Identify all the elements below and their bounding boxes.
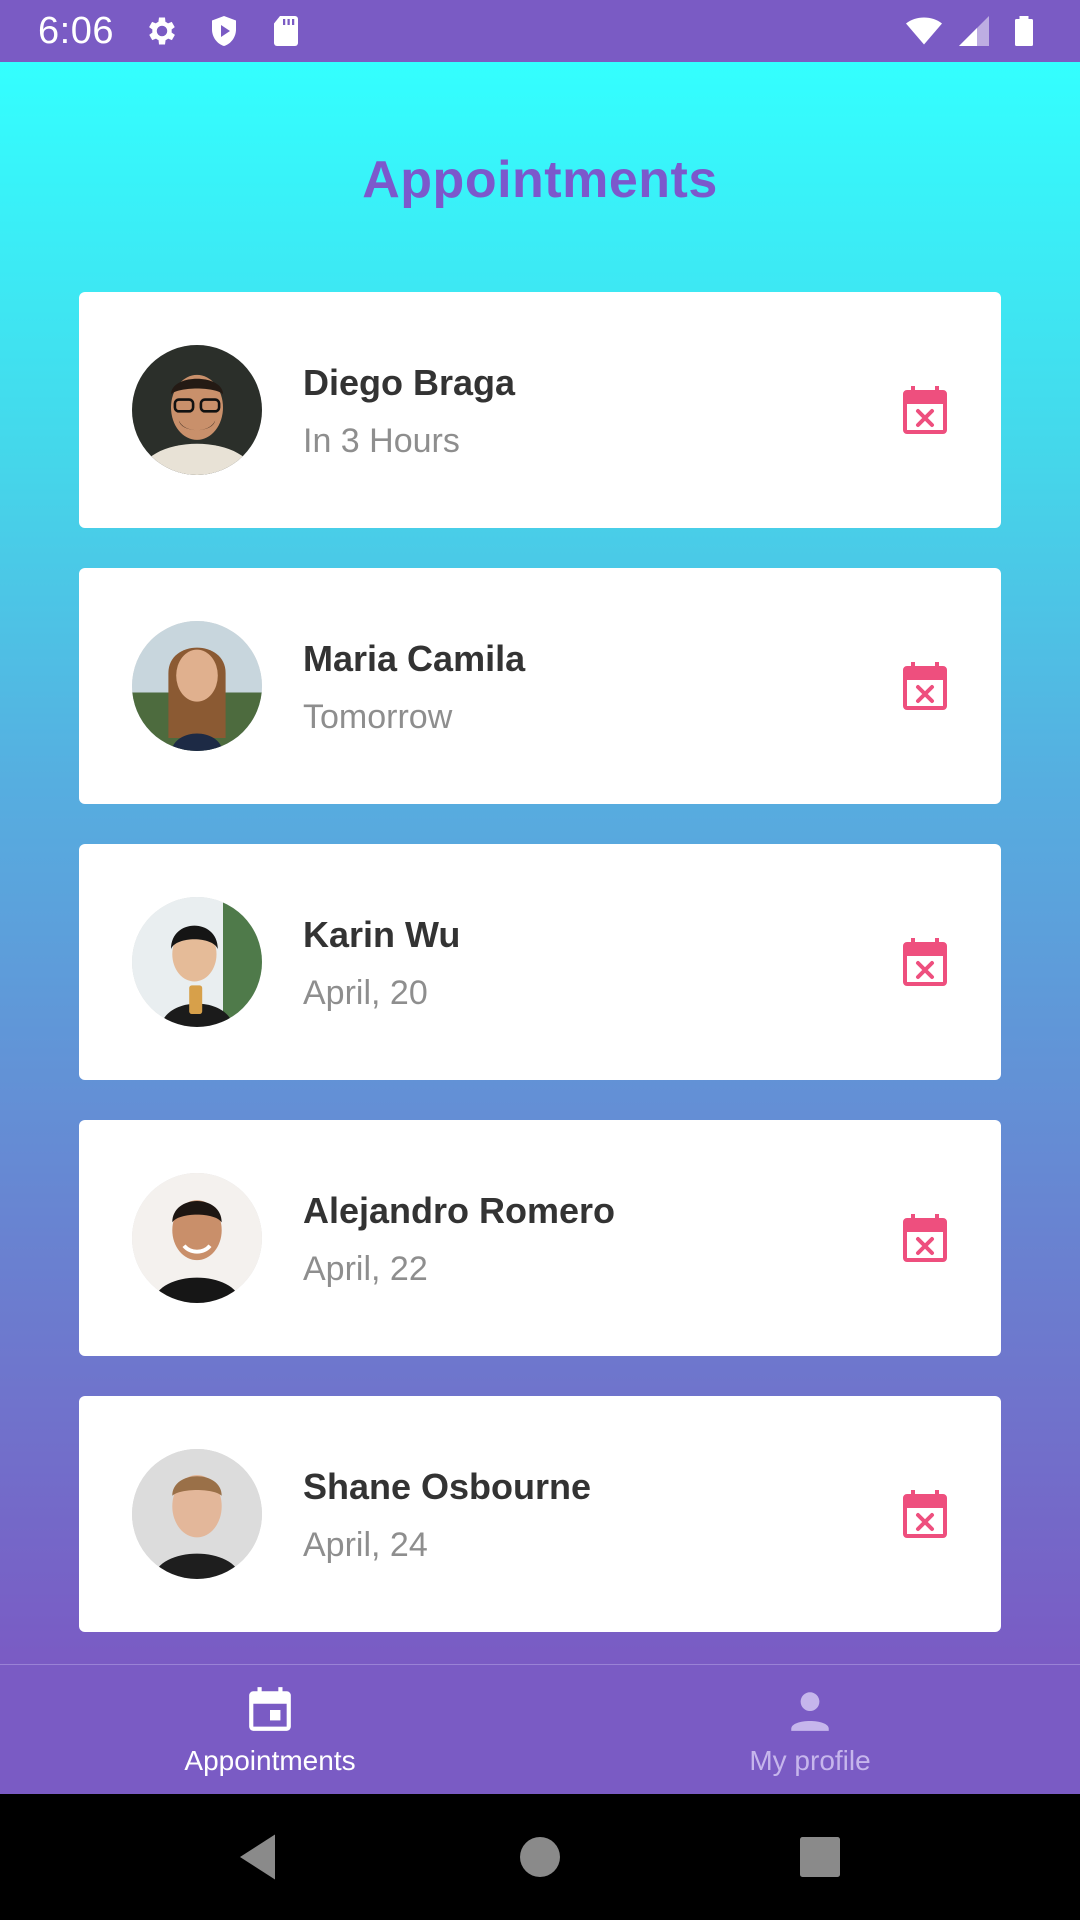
- recents-button[interactable]: [790, 1827, 850, 1887]
- avatar: [132, 621, 262, 751]
- appointment-time: April, 20: [303, 974, 428, 1012]
- nav-label: Appointments: [184, 1745, 356, 1776]
- patient-name: Maria Camila: [303, 638, 526, 679]
- home-icon: [520, 1837, 560, 1877]
- appointment-card[interactable]: Karin Wu April, 20: [79, 844, 1001, 1080]
- avatar: [132, 1173, 262, 1303]
- nav-tab-appointments[interactable]: Appointments: [0, 1665, 540, 1794]
- calendar-icon: [245, 1685, 295, 1735]
- avatar: [132, 897, 262, 1027]
- appointments-screen: Appointments Diego Braga In 3 Hours Mari…: [0, 62, 1080, 1664]
- patient-name: Alejandro Romero: [303, 1190, 616, 1231]
- wifi-icon: [906, 13, 942, 49]
- appointment-card[interactable]: Alejandro Romero April, 22: [79, 1120, 1001, 1356]
- calendar-cancel-icon: [903, 662, 947, 710]
- appointment-card[interactable]: Shane Osbourne April, 24: [79, 1396, 1001, 1632]
- cancel-appointment-button[interactable]: [895, 1208, 955, 1268]
- appointment-time: Tomorrow: [303, 698, 453, 736]
- cancel-appointment-button[interactable]: [895, 1484, 955, 1544]
- page-title: Appointments: [362, 151, 718, 209]
- cancel-appointment-button[interactable]: [895, 380, 955, 440]
- bottom-navigation: Appointments My profile: [0, 1664, 1080, 1794]
- signal-icon: [956, 13, 992, 49]
- home-button[interactable]: [510, 1827, 570, 1887]
- avatar: [132, 1449, 262, 1579]
- avatar: [132, 345, 262, 475]
- appointment-card[interactable]: Diego Braga In 3 Hours: [79, 292, 1001, 528]
- back-button[interactable]: [230, 1827, 290, 1887]
- system-navigation-bar: [0, 1794, 1080, 1920]
- calendar-cancel-icon: [903, 386, 947, 434]
- patient-name: Diego Braga: [303, 362, 516, 403]
- cancel-appointment-button[interactable]: [895, 656, 955, 716]
- shield-icon: [206, 13, 242, 49]
- nav-label: My profile: [749, 1745, 871, 1776]
- sd-card-icon: [268, 13, 304, 49]
- appointments-list: Diego Braga In 3 Hours Maria Camila Tomo…: [79, 292, 1001, 1672]
- status-time: 6:06: [38, 9, 114, 52]
- person-icon: [785, 1685, 835, 1735]
- status-bar: 6:06: [0, 0, 1080, 62]
- patient-name: Karin Wu: [303, 914, 461, 955]
- calendar-cancel-icon: [903, 1214, 947, 1262]
- cancel-appointment-button[interactable]: [895, 932, 955, 992]
- settings-icon: [144, 13, 180, 49]
- recents-icon: [800, 1837, 840, 1877]
- calendar-cancel-icon: [903, 938, 947, 986]
- back-icon: [240, 1834, 275, 1880]
- appointment-time: April, 24: [303, 1526, 428, 1564]
- calendar-cancel-icon: [903, 1490, 947, 1538]
- appointment-card[interactable]: Maria Camila Tomorrow: [79, 568, 1001, 804]
- battery-icon: [1006, 13, 1042, 49]
- appointment-time: April, 22: [303, 1250, 428, 1288]
- nav-tab-my-profile[interactable]: My profile: [540, 1665, 1080, 1794]
- appointment-time: In 3 Hours: [303, 422, 460, 460]
- patient-name: Shane Osbourne: [303, 1466, 592, 1507]
